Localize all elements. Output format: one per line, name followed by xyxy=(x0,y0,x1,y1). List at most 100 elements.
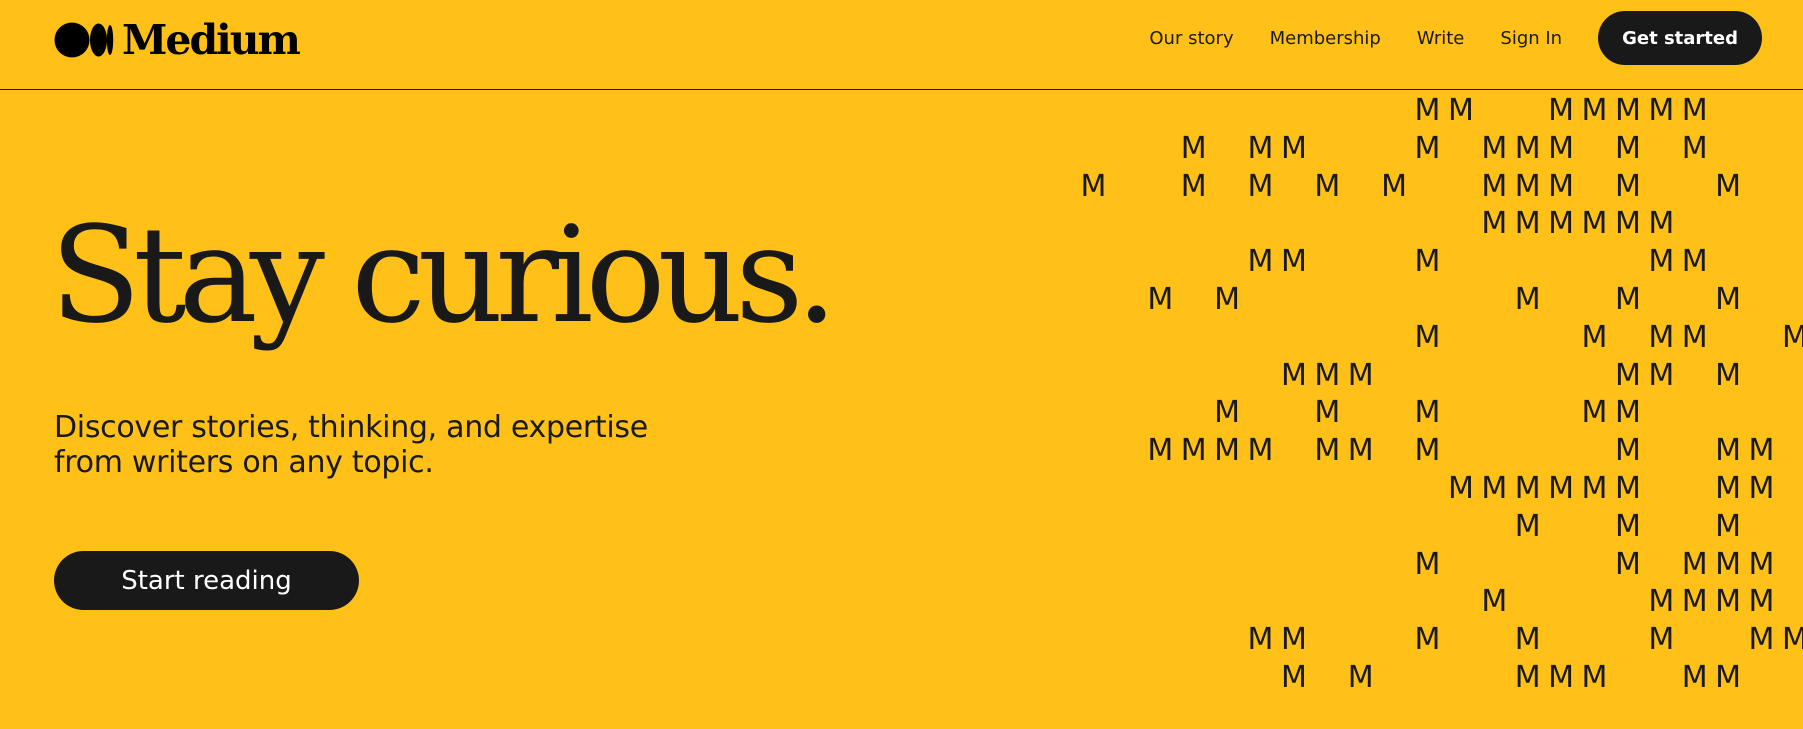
pattern-m-glyph: M xyxy=(1247,433,1274,469)
top-nav: Our story Membership Write Sign In Get s… xyxy=(1149,11,1762,65)
pattern-m-glyph: M xyxy=(1748,584,1775,620)
pattern-m-glyph: M xyxy=(1748,471,1775,506)
pattern-m-glyph: M xyxy=(1548,660,1575,695)
logo-wordmark: Medium xyxy=(122,16,301,64)
pattern-m-glyph: M xyxy=(1481,206,1508,242)
m-pattern-illustration: MMMMMMMMMMMMMMMMMMMMMMMMMMMMMMMMMMMMMMMM… xyxy=(1080,92,1803,729)
pattern-m-glyph: M xyxy=(1414,130,1441,166)
pattern-m-glyph: M xyxy=(1681,660,1708,695)
pattern-m-glyph: M xyxy=(1147,282,1174,317)
pattern-m-glyph: M xyxy=(1781,319,1803,355)
pattern-m-glyph: M xyxy=(1648,244,1675,280)
pattern-m-glyph: M xyxy=(1147,433,1174,469)
pattern-m-glyph: M xyxy=(1481,584,1508,620)
pattern-m-glyph: M xyxy=(1481,471,1508,506)
pattern-m-glyph: M xyxy=(1414,93,1441,128)
pattern-m-glyph: M xyxy=(1247,130,1274,166)
pattern-m-glyph: M xyxy=(1681,130,1708,166)
pattern-m-glyph: M xyxy=(1715,471,1742,506)
pattern-m-glyph: M xyxy=(1514,471,1541,506)
pattern-m-glyph: M xyxy=(1481,130,1508,166)
pattern-m-glyph: M xyxy=(1614,471,1641,506)
pattern-m-glyph: M xyxy=(1180,433,1207,469)
pattern-m-glyph: M xyxy=(1614,130,1641,166)
nav-sign-in[interactable]: Sign In xyxy=(1500,28,1562,49)
pattern-m-glyph: M xyxy=(1314,357,1341,393)
pattern-m-glyph: M xyxy=(1614,508,1641,544)
nav-membership[interactable]: Membership xyxy=(1270,28,1381,49)
pattern-m-glyph: M xyxy=(1715,584,1742,620)
get-started-button[interactable]: Get started xyxy=(1598,11,1762,65)
nav-write[interactable]: Write xyxy=(1417,28,1465,49)
pattern-m-glyph: M xyxy=(1414,433,1441,469)
pattern-m-glyph: M xyxy=(1681,93,1708,128)
hero-title: Stay curious. xyxy=(50,199,838,353)
pattern-m-glyph: M xyxy=(1180,168,1207,204)
medium-logo[interactable]: Medium xyxy=(54,16,301,64)
pattern-m-glyph: M xyxy=(1280,357,1307,393)
pattern-m-glyph: M xyxy=(1548,93,1575,128)
pattern-m-glyph: M xyxy=(1280,660,1307,695)
pattern-m-glyph: M xyxy=(1180,130,1207,166)
pattern-m-glyph: M xyxy=(1715,660,1742,695)
pattern-m-glyph: M xyxy=(1280,622,1307,658)
pattern-m-glyph: M xyxy=(1614,433,1641,469)
pattern-m-glyph: M xyxy=(1648,622,1675,658)
pattern-m-glyph: M xyxy=(1548,471,1575,506)
pattern-m-glyph: M xyxy=(1347,357,1374,393)
medium-mark-icon xyxy=(54,22,114,58)
pattern-m-glyph: M xyxy=(1314,395,1341,431)
pattern-m-glyph: M xyxy=(1514,130,1541,166)
pattern-m-glyph: M xyxy=(1648,206,1675,242)
pattern-m-glyph: M xyxy=(1614,93,1641,128)
pattern-m-glyph: M xyxy=(1614,357,1641,393)
pattern-m-glyph: M xyxy=(1581,660,1608,695)
pattern-m-glyph: M xyxy=(1715,546,1742,582)
pattern-m-glyph: M xyxy=(1648,357,1675,393)
pattern-m-glyph: M xyxy=(1414,395,1441,431)
pattern-m-glyph: M xyxy=(1614,168,1641,204)
pattern-m-glyph: M xyxy=(1214,433,1241,469)
pattern-m-glyph: M xyxy=(1314,168,1341,204)
pattern-m-glyph: M xyxy=(1548,168,1575,204)
pattern-m-glyph: M xyxy=(1581,319,1608,355)
pattern-m-glyph: M xyxy=(1414,244,1441,280)
pattern-m-glyph: M xyxy=(1514,622,1541,658)
nav-our-story[interactable]: Our story xyxy=(1149,28,1233,49)
pattern-m-glyph: M xyxy=(1581,471,1608,506)
pattern-m-glyph: M xyxy=(1648,584,1675,620)
start-reading-button[interactable]: Start reading xyxy=(54,551,359,610)
pattern-m-glyph: M xyxy=(1247,168,1274,204)
pattern-m-glyph: M xyxy=(1681,319,1708,355)
pattern-m-glyph: M xyxy=(1447,471,1474,506)
pattern-m-glyph: M xyxy=(1748,546,1775,582)
pattern-m-glyph: M xyxy=(1447,93,1474,128)
pattern-m-glyph: M xyxy=(1748,622,1775,658)
pattern-m-glyph: M xyxy=(1681,546,1708,582)
pattern-m-glyph: M xyxy=(1514,168,1541,204)
hero-subtitle: Discover stories, thinking, and expertis… xyxy=(54,410,648,480)
pattern-m-glyph: M xyxy=(1214,282,1241,317)
pattern-m-glyph: M xyxy=(1548,130,1575,166)
pattern-m-glyph: M xyxy=(1514,660,1541,695)
pattern-m-glyph: M xyxy=(1581,93,1608,128)
pattern-m-glyph: M xyxy=(1614,395,1641,431)
pattern-m-glyph: M xyxy=(1247,622,1274,658)
pattern-m-glyph: M xyxy=(1347,433,1374,469)
pattern-m-glyph: M xyxy=(1414,546,1441,582)
pattern-m-glyph: M xyxy=(1614,546,1641,582)
pattern-m-glyph: M xyxy=(1481,168,1508,204)
pattern-m-glyph: M xyxy=(1648,93,1675,128)
pattern-m-glyph: M xyxy=(1247,244,1274,280)
pattern-m-glyph: M xyxy=(1548,206,1575,242)
pattern-m-glyph: M xyxy=(1614,206,1641,242)
pattern-m-glyph: M xyxy=(1080,168,1107,204)
pattern-m-glyph: M xyxy=(1514,206,1541,242)
pattern-m-glyph: M xyxy=(1280,244,1307,280)
pattern-m-glyph: M xyxy=(1314,433,1341,469)
pattern-m-glyph: M xyxy=(1514,282,1541,317)
pattern-m-glyph: M xyxy=(1748,433,1775,469)
pattern-m-glyph: M xyxy=(1381,168,1408,204)
pattern-m-glyph: M xyxy=(1681,584,1708,620)
pattern-m-glyph: M xyxy=(1715,357,1742,393)
